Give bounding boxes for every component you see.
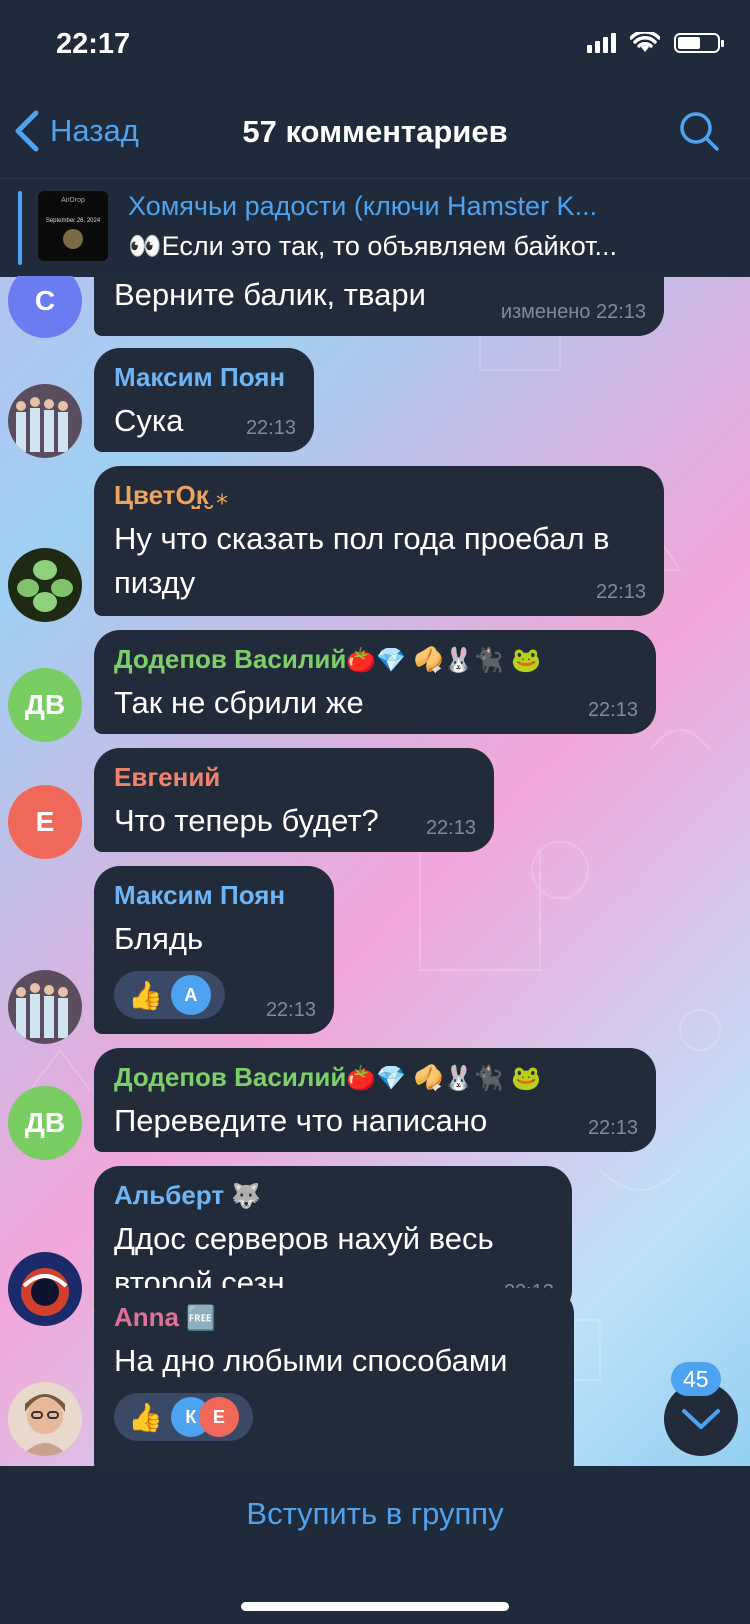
- chevron-down-icon: [682, 1409, 720, 1429]
- thumbs-up-icon: 👍: [128, 1400, 163, 1434]
- message-text: Верните балик, твари: [114, 277, 426, 312]
- avatar-initials: ДВ: [24, 1107, 66, 1138]
- message-bubble[interactable]: Додепов Василий🍅💎 🥠🐰🐈‍⬛ 🐸 Переведите что…: [94, 1048, 656, 1152]
- message-time: 22:13: [595, 581, 646, 603]
- reaction-chip[interactable]: 👍 К Е: [114, 1393, 253, 1441]
- sender-name-text: ЦветО̤̮к̮: [114, 480, 209, 510]
- message-text: Так не сбрили же: [114, 685, 364, 720]
- message-time: 22:13: [425, 817, 476, 839]
- reactor-avatar: Е: [198, 1397, 239, 1437]
- message-text: На дно любыми способами: [114, 1343, 508, 1378]
- avatar-photo: [8, 1382, 82, 1456]
- sender-name: Додепов Василий🍅💎 🥠🐰🐈‍⬛ 🐸: [114, 644, 636, 675]
- avatar[interactable]: [8, 384, 82, 458]
- message-text: Ну что сказать пол года проебал в пизду: [114, 521, 610, 600]
- bottom-bar: Вступить в группу: [0, 1466, 750, 1624]
- avatar-initials: ДВ: [24, 689, 66, 720]
- sender-name-text: Додепов Василий: [114, 1062, 347, 1092]
- navigation-header: 22:17 Назад 57 комментариев: [0, 0, 750, 178]
- avatar-photo: [8, 548, 82, 622]
- message-bubble[interactable]: Максим Поян Сука 22:13: [94, 348, 314, 452]
- avatar[interactable]: Е: [8, 785, 82, 859]
- reaction-chip[interactable]: 👍 А: [114, 971, 225, 1019]
- message-time: 22:13: [587, 699, 638, 721]
- sender-name-text: Anna: [114, 1302, 179, 1332]
- search-icon: [680, 112, 719, 151]
- chevron-left-icon: [15, 110, 39, 152]
- message-text: Блядь: [114, 921, 204, 956]
- thumb-line2: September 26, 2024: [45, 218, 101, 224]
- message-bubble[interactable]: ЦветО̤̮к̮ ⁎ Ну что сказать пол года прое…: [94, 466, 664, 616]
- avatar-photo: [8, 1252, 82, 1326]
- wifi-icon: [630, 32, 660, 52]
- avatar[interactable]: [8, 548, 82, 622]
- home-indicator[interactable]: [241, 1602, 509, 1611]
- avatar-photo: [8, 384, 82, 458]
- message-bubble[interactable]: Anna 🆓 На дно любыми способами 👍 К Е: [94, 1288, 574, 1466]
- message-bubble[interactable]: Верните балик, твари изменено 22:13: [94, 276, 664, 336]
- message-time: 22:13: [265, 999, 316, 1021]
- message-list[interactable]: С Верните балик, твари изменено 22:13 Ма…: [0, 276, 750, 1466]
- avatar[interactable]: [8, 1382, 82, 1456]
- back-label: Назад: [50, 113, 139, 148]
- message-time: 22:13: [245, 417, 296, 439]
- sender-name: Евгений: [114, 762, 221, 792]
- sender-emoji: 🐺: [231, 1182, 262, 1210]
- avatar[interactable]: [8, 1252, 82, 1326]
- sender-name: Додепов Василий🍅💎 🥠🐰🐈‍⬛ 🐸: [114, 1062, 636, 1093]
- avatar-initials: Е: [35, 806, 55, 837]
- message-time: 22:13: [587, 1117, 638, 1139]
- pinned-thumbnail: AirDrop September 26, 2024: [38, 191, 108, 261]
- sender-name: Максим Поян: [114, 880, 286, 910]
- sender-name: Anna 🆓: [114, 1302, 554, 1333]
- reactor-avatar: А: [170, 975, 211, 1015]
- avatar[interactable]: ДВ: [8, 668, 82, 742]
- pinned-text: 👀Если это так, то объявляем байкот...: [128, 231, 618, 261]
- pinned-title: Хомячьи радости (ключи Hamster K...: [128, 191, 598, 221]
- sender-name-text: Додепов Василий: [114, 644, 347, 674]
- status-time: 22:17: [56, 28, 131, 60]
- avatar-initials: С: [34, 285, 56, 316]
- avatar[interactable]: ДВ: [8, 1086, 82, 1160]
- sender-emoji: 🍅💎 🥠🐰🐈‍⬛ 🐸: [346, 646, 541, 674]
- sender-name: Альберт 🐺: [114, 1180, 552, 1211]
- join-group-button[interactable]: Вступить в группу: [0, 1496, 750, 1532]
- message-bubble[interactable]: Максим Поян Блядь 👍 А 22:13: [94, 866, 334, 1034]
- message-bubble[interactable]: Евгений Что теперь будет? 22:13: [94, 748, 494, 852]
- sender-name-text: Альберт: [114, 1180, 225, 1210]
- back-button[interactable]: Назад: [14, 110, 139, 152]
- sender-name: Максим Поян: [114, 362, 286, 392]
- message-text: Переведите что написано: [114, 1103, 488, 1138]
- thumb-line1: AirDrop: [61, 197, 85, 204]
- status-icons: [587, 32, 724, 54]
- pinned-accent-bar: [18, 191, 22, 265]
- message-bubble[interactable]: Додепов Василий🍅💎 🥠🐰🐈‍⬛ 🐸 Так не сбрили …: [94, 630, 656, 734]
- search-button[interactable]: [678, 110, 720, 157]
- sender-emoji: ⁎: [215, 482, 228, 510]
- sender-name: ЦветО̤̮к̮ ⁎: [114, 480, 644, 511]
- pinned-channel-post[interactable]: AirDrop September 26, 2024 Хомячьи радос…: [0, 178, 750, 277]
- cellular-signal-icon: [587, 33, 616, 53]
- message-time: изменено 22:13: [500, 301, 646, 323]
- thumbs-up-icon: 👍: [128, 978, 163, 1012]
- avatar[interactable]: [8, 970, 82, 1044]
- avatar[interactable]: С: [8, 276, 82, 338]
- battery-icon: [674, 33, 724, 53]
- unread-count-badge: 45: [671, 1362, 721, 1396]
- avatar-photo: [8, 970, 82, 1044]
- sender-emoji: 🍅💎 🥠🐰🐈‍⬛ 🐸: [346, 1064, 541, 1092]
- coin-icon: [63, 229, 83, 249]
- sender-emoji: 🆓: [186, 1304, 217, 1332]
- message-text: Что теперь будет?: [114, 803, 379, 838]
